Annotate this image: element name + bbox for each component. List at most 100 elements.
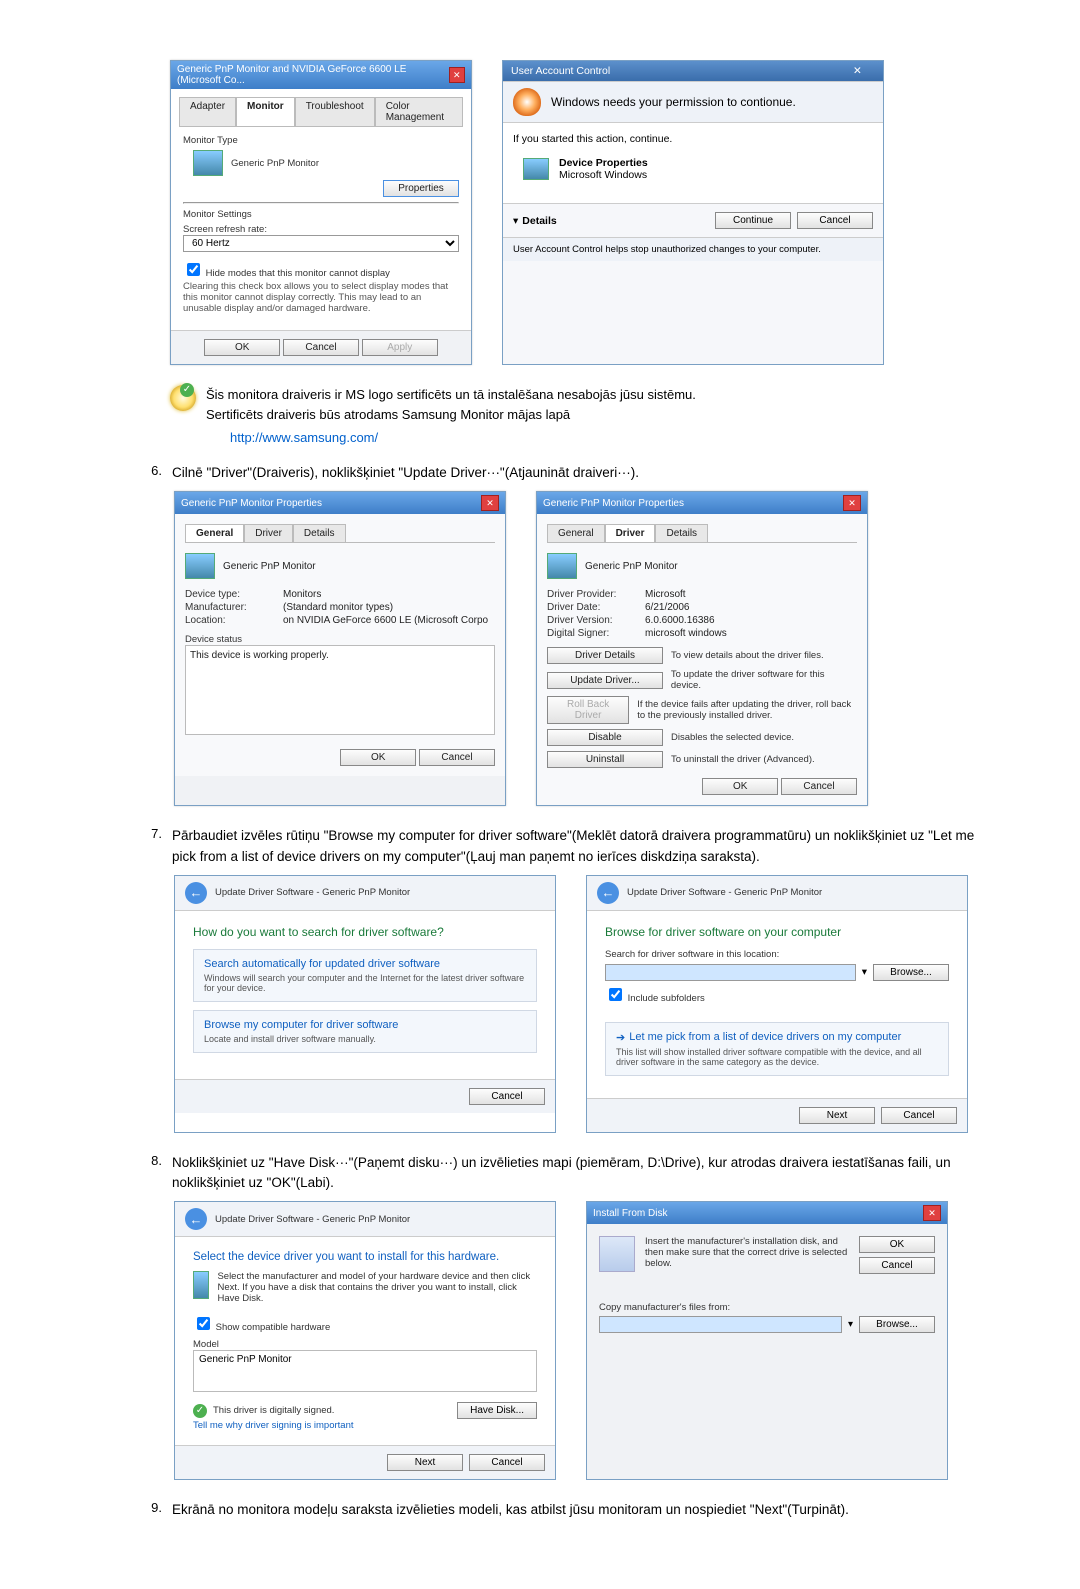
- browse-button[interactable]: Browse...: [859, 1316, 935, 1333]
- step-8: 8. Noklikšķiniet uz "Have Disk···"(Paņem…: [140, 1153, 980, 1194]
- window-title: Generic PnP Monitor Properties: [543, 498, 684, 509]
- driver-provider-value: Microsoft: [645, 589, 686, 600]
- step-text: Pārbaudiet izvēles rūtiņu "Browse my com…: [172, 826, 980, 867]
- option-title: Let me pick from a list of device driver…: [629, 1031, 901, 1043]
- monitor-type-label: Monitor Type: [183, 135, 459, 146]
- driver-version-label: Driver Version:: [547, 615, 637, 626]
- show-compatible-checkbox[interactable]: Show compatible hardware: [193, 1314, 537, 1333]
- ok-button[interactable]: OK: [859, 1236, 935, 1253]
- next-button[interactable]: Next: [387, 1454, 463, 1471]
- chevron-down-icon[interactable]: ▾: [848, 1319, 853, 1330]
- details-toggle[interactable]: Details: [522, 215, 556, 227]
- tab-troubleshoot[interactable]: Troubleshoot: [295, 97, 375, 126]
- ok-button[interactable]: OK: [340, 749, 416, 766]
- tab-driver[interactable]: Driver: [605, 524, 656, 542]
- hide-modes-input[interactable]: [187, 263, 200, 276]
- option-search-auto[interactable]: Search automatically for updated driver …: [193, 949, 537, 1002]
- monitor-icon: [547, 553, 577, 579]
- disable-button[interactable]: Disable: [547, 729, 663, 746]
- close-icon[interactable]: ✕: [449, 67, 465, 83]
- tab-details[interactable]: Details: [655, 524, 708, 542]
- tab-driver[interactable]: Driver: [244, 524, 293, 542]
- option-title: Browse my computer for driver software: [204, 1019, 526, 1031]
- close-icon[interactable]: ✕: [923, 1205, 941, 1221]
- device-status-label: Device status: [185, 634, 495, 645]
- chevron-down-icon[interactable]: ▾: [862, 966, 867, 978]
- tab-adapter[interactable]: Adapter: [179, 97, 236, 126]
- tab-general[interactable]: General: [547, 524, 605, 542]
- cancel-button[interactable]: Cancel: [469, 1454, 545, 1471]
- update-driver-text: To update the driver software for this d…: [671, 669, 857, 691]
- uac-started-text: If you started this action, continue.: [513, 133, 873, 145]
- tab-monitor[interactable]: Monitor: [236, 97, 295, 126]
- cancel-button[interactable]: Cancel: [469, 1088, 545, 1105]
- continue-button[interactable]: Continue: [715, 212, 791, 229]
- back-icon[interactable]: ←: [185, 882, 207, 904]
- hide-modes-description: Clearing this check box allows you to se…: [183, 281, 459, 314]
- cancel-button[interactable]: Cancel: [419, 749, 495, 766]
- show-compatible-input[interactable]: [197, 1317, 210, 1330]
- window-title: Generic PnP Monitor and NVIDIA GeForce 6…: [177, 64, 449, 86]
- step-text: Ekrānā no monitora modeļu saraksta izvēl…: [172, 1500, 980, 1520]
- back-icon[interactable]: ←: [597, 882, 619, 904]
- monitor-settings-label: Monitor Settings: [183, 209, 459, 220]
- device-name: Generic PnP Monitor: [585, 561, 678, 572]
- note-line-2: Sertificēts draiveris būs atrodams Samsu…: [206, 405, 696, 425]
- samsung-link[interactable]: http://www.samsung.com/: [230, 430, 378, 445]
- tab-details[interactable]: Details: [293, 524, 346, 542]
- driver-details-text: To view details about the driver files.: [671, 650, 824, 661]
- option-browse-computer[interactable]: Browse my computer for driver software L…: [193, 1010, 537, 1053]
- shield-icon: [513, 88, 541, 116]
- hide-modes-checkbox[interactable]: Hide modes that this monitor cannot disp…: [183, 268, 390, 279]
- option-pick-from-list[interactable]: ➔ Let me pick from a list of device driv…: [605, 1022, 949, 1076]
- disable-text: Disables the selected device.: [671, 732, 794, 743]
- model-list[interactable]: Generic PnP Monitor: [193, 1350, 537, 1392]
- uac-title: User Account Control: [511, 65, 610, 77]
- option-desc: Windows will search your computer and th…: [204, 973, 526, 993]
- model-item[interactable]: Generic PnP Monitor: [199, 1354, 292, 1365]
- signed-icon: ✓: [193, 1404, 207, 1418]
- manufacturer-value: (Standard monitor types): [283, 602, 393, 613]
- properties-button[interactable]: Properties: [383, 180, 459, 197]
- step-number: 9.: [140, 1500, 162, 1520]
- wizard-hint: Select the manufacturer and model of you…: [217, 1271, 537, 1304]
- driver-details-button[interactable]: Driver Details: [547, 647, 663, 664]
- device-icon: [523, 158, 549, 180]
- uac-footer: User Account Control helps stop unauthor…: [503, 237, 883, 261]
- back-icon[interactable]: ←: [185, 1208, 207, 1230]
- search-location-input[interactable]: [605, 964, 856, 981]
- ok-button[interactable]: OK: [702, 778, 778, 795]
- refresh-rate-select[interactable]: 60 Hertz: [183, 235, 459, 252]
- copy-from-input[interactable]: [599, 1316, 842, 1333]
- close-icon[interactable]: ✕: [853, 65, 875, 77]
- option-title: Search automatically for updated driver …: [204, 958, 526, 970]
- digital-signer-value: microsoft windows: [645, 628, 727, 639]
- browse-button[interactable]: Browse...: [873, 964, 949, 981]
- tab-general[interactable]: General: [185, 524, 244, 542]
- copy-from-label: Copy manufacturer's files from:: [599, 1302, 935, 1313]
- include-subfolders-input[interactable]: [609, 988, 622, 1001]
- update-driver-button[interactable]: Update Driver...: [547, 672, 663, 689]
- step-6: 6. Cilnē "Driver"(Draiveris), noklikšķin…: [140, 463, 980, 483]
- cancel-button[interactable]: Cancel: [881, 1107, 957, 1124]
- include-subfolders-checkbox[interactable]: Include subfolders: [605, 993, 705, 1004]
- cancel-button[interactable]: Cancel: [797, 212, 873, 229]
- cancel-button[interactable]: Cancel: [859, 1257, 935, 1274]
- chevron-down-icon[interactable]: ▾: [513, 215, 518, 227]
- cancel-button[interactable]: Cancel: [283, 339, 359, 356]
- close-icon[interactable]: ✕: [481, 495, 499, 511]
- have-disk-button[interactable]: Have Disk...: [457, 1402, 537, 1419]
- close-icon[interactable]: ✕: [843, 495, 861, 511]
- check-icon: ✓: [180, 383, 194, 397]
- uninstall-button[interactable]: Uninstall: [547, 751, 663, 768]
- device-status-text: This device is working properly.: [190, 650, 329, 661]
- update-driver-wizard-browse: ← Update Driver Software - Generic PnP M…: [586, 875, 968, 1133]
- wizard-heading: Select the device driver you want to ins…: [193, 1251, 537, 1263]
- document-page: Generic PnP Monitor and NVIDIA GeForce 6…: [0, 0, 1080, 1589]
- tab-color-management[interactable]: Color Management: [375, 97, 463, 126]
- ok-button[interactable]: OK: [204, 339, 280, 356]
- next-button[interactable]: Next: [799, 1107, 875, 1124]
- device-properties-driver: Generic PnP Monitor Properties ✕ General…: [536, 491, 868, 806]
- cancel-button[interactable]: Cancel: [781, 778, 857, 795]
- driver-signing-link[interactable]: Tell me why driver signing is important: [193, 1420, 354, 1431]
